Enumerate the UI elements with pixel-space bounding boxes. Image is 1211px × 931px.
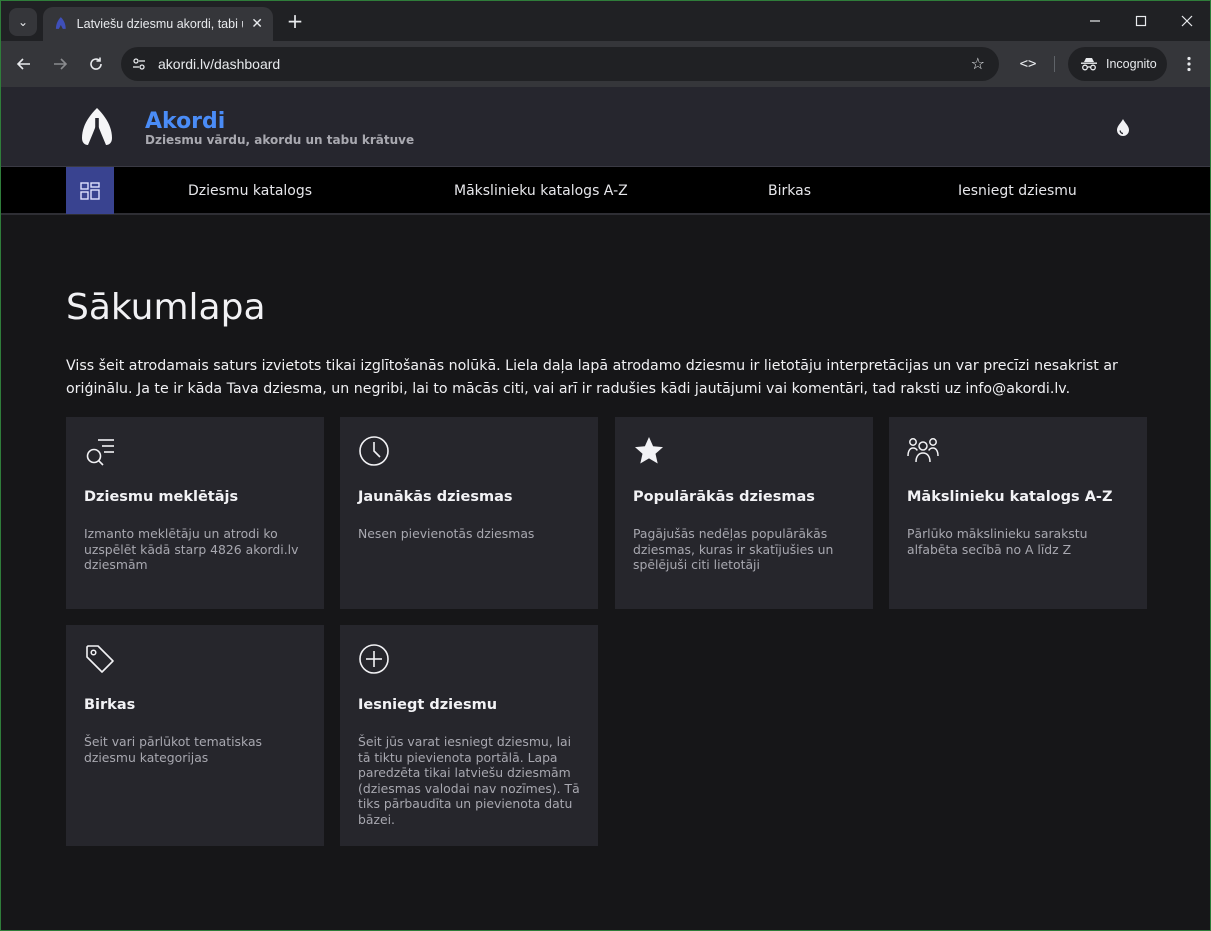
plus-circle-icon	[359, 644, 389, 674]
card-tags[interactable]: Birkas Šeit vari pārlūkot tematiskas dzi…	[66, 625, 324, 846]
card-description: Nesen pievienotās dziesmas	[358, 526, 535, 541]
code-icon[interactable]: <>	[1014, 50, 1042, 78]
forward-arrow-icon[interactable]	[46, 50, 74, 78]
intro-text: Viss šeit atrodamais saturs izvietots ti…	[66, 358, 1118, 397]
card-title: Dziesmu meklētājs	[84, 489, 239, 505]
tab-strip: ⌄ Latviešu dziesmu akordi, tabi un ✕ +	[1, 1, 1210, 41]
akordi-logo-icon[interactable]	[79, 107, 115, 147]
card-submit-song[interactable]: Iesniegt dziesmu Šeit jūs varat iesniegt…	[340, 625, 598, 846]
card-newest-songs[interactable]: Jaunākās dziesmas Nesen pievienotās dzie…	[340, 417, 598, 609]
bookmark-star-icon[interactable]: ☆	[971, 54, 985, 73]
clock-icon	[359, 436, 389, 466]
card-title: Mākslinieku katalogs A-Z	[907, 489, 1113, 505]
minimize-icon[interactable]	[1072, 1, 1118, 41]
browser-tab[interactable]: Latviešu dziesmu akordi, tabi un ✕	[43, 7, 273, 41]
close-icon[interactable]: ✕	[251, 16, 263, 32]
browser-toolbar: akordi.lv/dashboard ☆ <> Incognito	[1, 41, 1210, 87]
toolbar-divider	[1054, 56, 1055, 72]
incognito-icon	[1081, 58, 1097, 71]
window-close-icon[interactable]	[1164, 1, 1210, 41]
back-arrow-icon[interactable]	[10, 50, 38, 78]
nav-tags[interactable]: Birkas	[768, 167, 811, 214]
dashboard-home-button[interactable]	[66, 167, 114, 214]
reload-icon[interactable]	[82, 50, 110, 78]
incognito-label: Incognito	[1106, 57, 1157, 71]
theme-droplet-icon[interactable]	[1113, 117, 1133, 137]
tab-search-button[interactable]: ⌄	[9, 8, 37, 36]
card-title: Populārākās dziesmas	[633, 489, 815, 505]
kebab-menu-icon[interactable]	[1177, 50, 1201, 78]
card-title: Iesniegt dziesmu	[358, 697, 498, 713]
new-tab-button[interactable]: +	[283, 9, 307, 33]
card-description: Pagājušās nedēļas populārākās dziesmas, …	[633, 526, 834, 572]
site-tagline: Dziesmu vārdu, akordu un tabu krātuve	[145, 133, 415, 147]
star-icon	[635, 437, 663, 464]
dashboard-grid-icon	[80, 181, 100, 200]
card-song-search[interactable]: Dziesmu meklētājs Izmanto meklētāju un a…	[66, 417, 324, 609]
users-icon	[907, 438, 939, 463]
card-title: Jaunākās dziesmas	[358, 489, 513, 505]
maximize-icon[interactable]	[1118, 1, 1164, 41]
nav-submit-song[interactable]: Iesniegt dziesmu	[958, 167, 1077, 214]
page-title: Sākumlapa	[66, 287, 266, 328]
url-text[interactable]: akordi.lv/dashboard	[158, 56, 280, 72]
browser-window: ⌄ Latviešu dziesmu akordi, tabi un ✕ + a…	[0, 0, 1211, 931]
search-list-icon	[86, 439, 114, 466]
card-popular-songs[interactable]: Populārākās dziesmas Pagājušās nedēļas p…	[615, 417, 873, 609]
card-title: Birkas	[84, 697, 136, 713]
site-info-icon[interactable]	[126, 51, 152, 77]
card-description: Šeit jūs varat iesniegt dziesmu, lai tā …	[358, 734, 580, 827]
chevron-down-icon: ⌄	[17, 15, 29, 29]
site-brand[interactable]: Akordi	[145, 109, 225, 134]
akordi-favicon-icon	[55, 17, 66, 29]
card-description: Pārlūko mākslinieku sarakstu alfabēta se…	[907, 526, 1088, 557]
nav-song-catalog[interactable]: Dziesmu katalogs	[188, 167, 312, 214]
incognito-button[interactable]: Incognito	[1068, 47, 1167, 81]
nav-artist-catalog[interactable]: Mākslinieku katalogs A-Z	[454, 167, 628, 214]
address-bar[interactable]: akordi.lv/dashboard ☆	[121, 47, 999, 81]
card-description: Izmanto meklētāju un atrodi ko uzspēlēt …	[84, 526, 299, 572]
card-description: Šeit vari pārlūkot tematiskas dziesmu ka…	[84, 734, 262, 765]
tag-icon	[86, 645, 114, 673]
card-artist-catalog[interactable]: Mākslinieku katalogs A-Z Pārlūko mākslin…	[889, 417, 1147, 609]
tab-title: Latviešu dziesmu akordi, tabi un	[76, 17, 244, 31]
main-nav: Dziesmu katalogs Mākslinieku katalogs A-…	[1, 167, 1210, 215]
site-header: Akordi Dziesmu vārdu, akordu un tabu krā…	[1, 87, 1210, 167]
